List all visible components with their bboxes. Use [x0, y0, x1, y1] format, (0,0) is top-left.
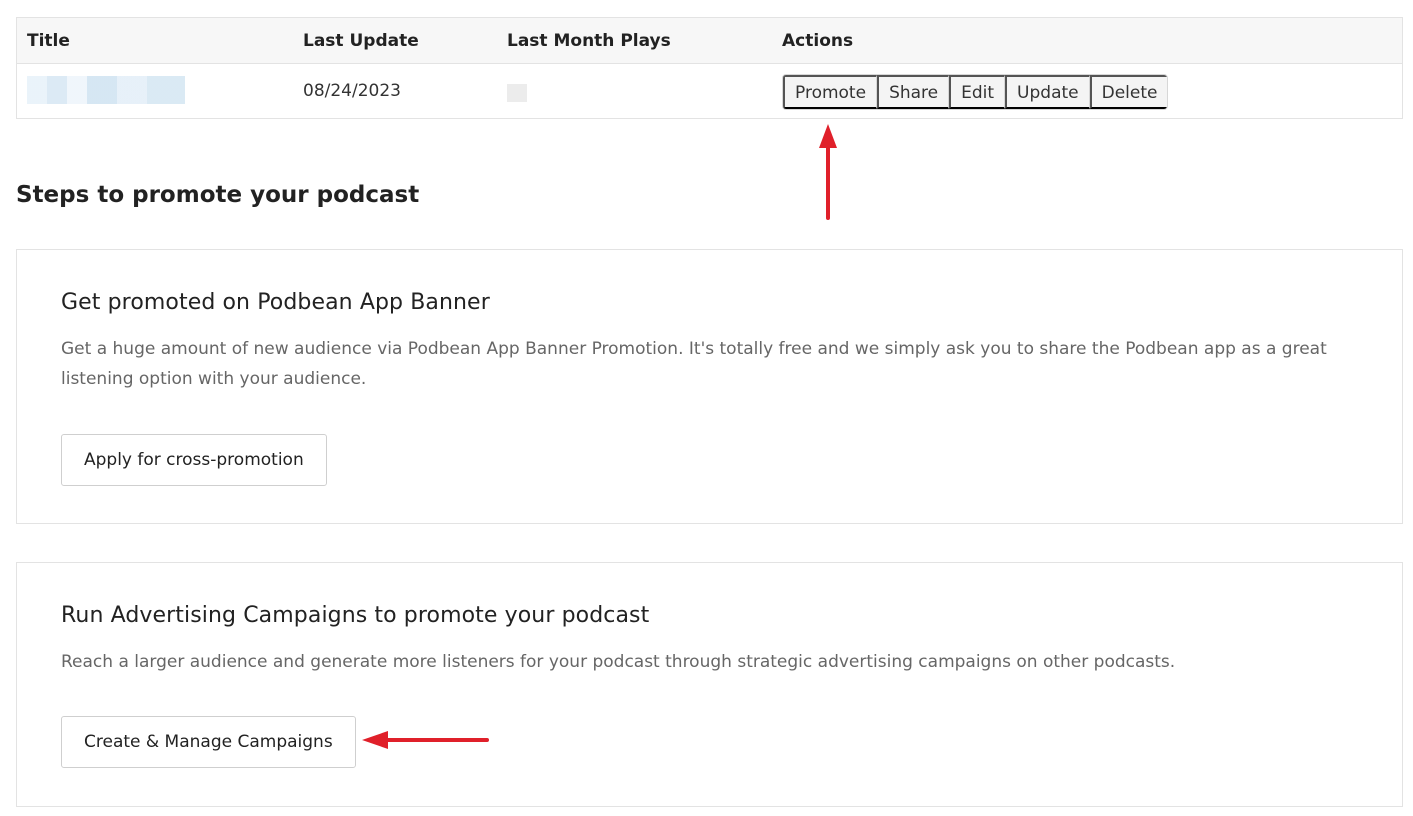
ad-campaigns-card-title: Run Advertising Campaigns to promote you…: [61, 603, 650, 628]
table-header: Title Last Update Last Month Plays Actio…: [17, 18, 1402, 64]
steps-heading: Steps to promote your podcast: [16, 182, 420, 208]
app-banner-card-title: Get promoted on Podbean App Banner: [61, 290, 490, 315]
header-actions: Actions: [782, 31, 854, 51]
share-button[interactable]: Share: [877, 75, 950, 109]
page: Title Last Update Last Month Plays Actio…: [0, 0, 1413, 816]
podcast-table: Title Last Update Last Month Plays Actio…: [16, 17, 1403, 119]
table-row: 08/24/2023 Promote Share Edit Update Del…: [17, 64, 1402, 118]
ad-campaigns-card-description: Reach a larger audience and generate mor…: [61, 652, 1176, 672]
cell-plays-blurred: [507, 84, 527, 102]
podcast-title-link-blurred[interactable]: [27, 76, 185, 104]
header-last-month-plays: Last Month Plays: [507, 31, 671, 51]
update-button[interactable]: Update: [1005, 75, 1090, 109]
apply-cross-promotion-button[interactable]: Apply for cross-promotion: [61, 434, 327, 486]
arrow-up-icon: [819, 124, 837, 220]
app-banner-card: Get promoted on Podbean App Banner Get a…: [16, 249, 1403, 524]
header-title: Title: [27, 31, 70, 51]
app-banner-card-description: Get a huge amount of new audience via Po…: [61, 339, 1327, 389]
ad-campaigns-card: Run Advertising Campaigns to promote you…: [16, 562, 1403, 807]
edit-button[interactable]: Edit: [949, 75, 1006, 109]
create-manage-campaigns-button[interactable]: Create & Manage Campaigns: [61, 716, 356, 768]
action-button-group: Promote Share Edit Update Delete: [782, 74, 1169, 110]
delete-button[interactable]: Delete: [1089, 75, 1168, 109]
promote-button[interactable]: Promote: [783, 75, 878, 109]
cell-last-update: 08/24/2023: [303, 81, 401, 101]
header-last-update: Last Update: [303, 31, 419, 51]
